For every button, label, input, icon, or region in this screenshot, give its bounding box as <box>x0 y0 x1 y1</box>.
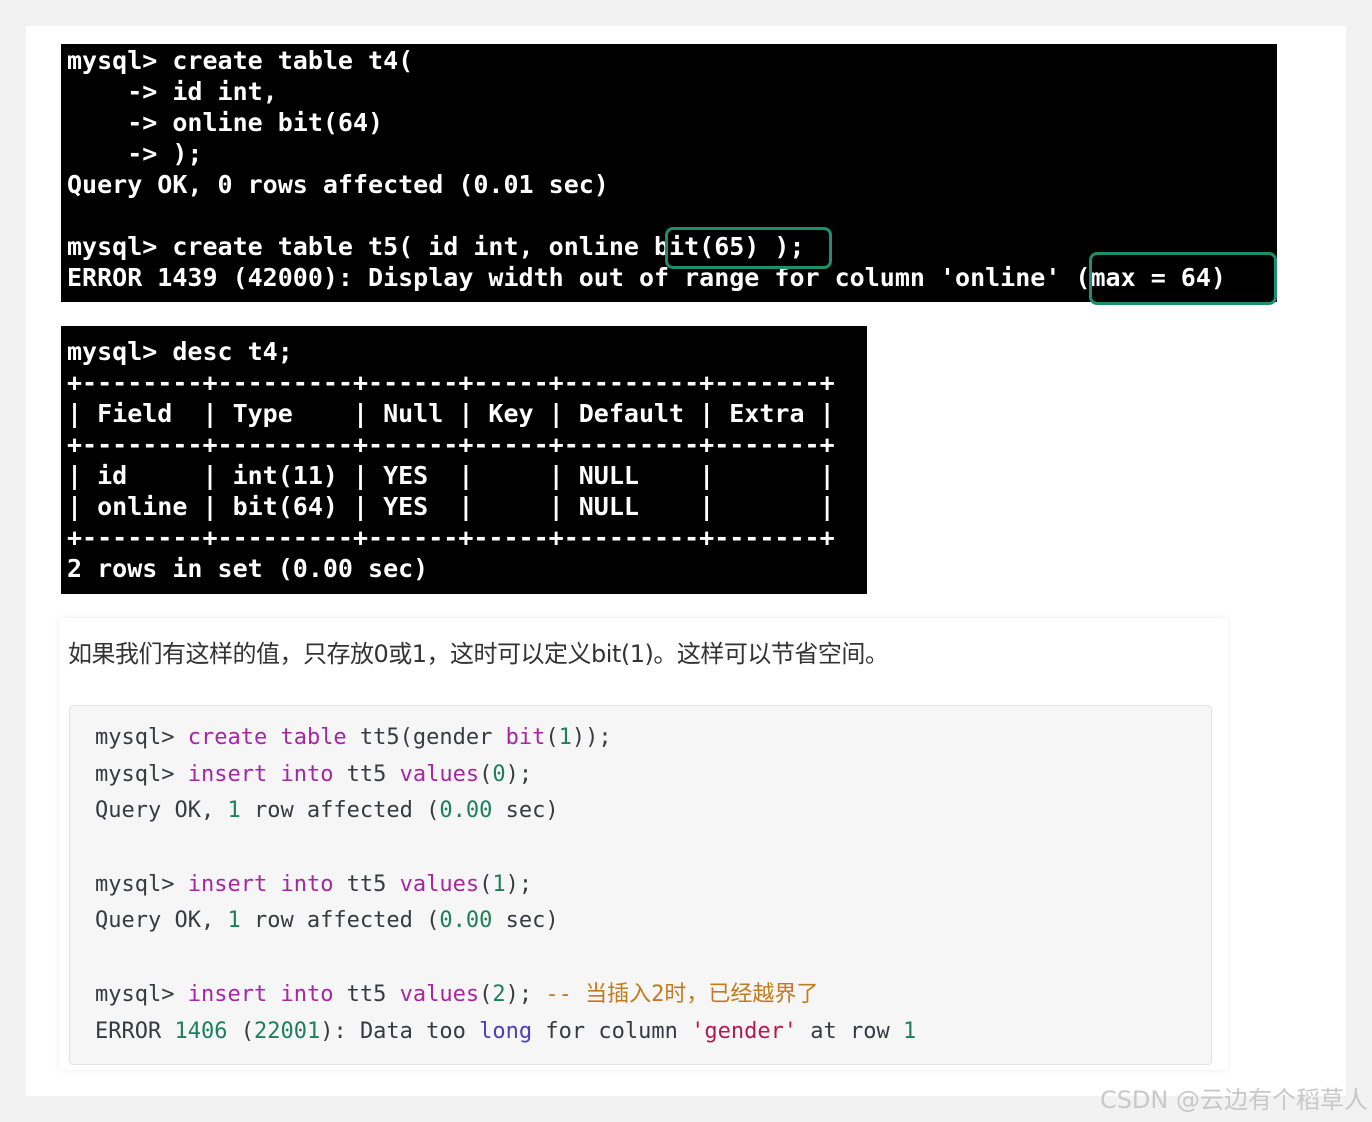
terminal-line: mysql> create table t4( <box>67 46 414 75</box>
note-paragraph: 如果我们有这样的值，只存放0或1，这时可以定义bit(1)。这样可以节省空间。 <box>68 640 889 668</box>
code-line: mysql> insert into tt5 values(0); <box>95 761 533 787</box>
code-line: Query OK, 1 row affected (0.00 sec) <box>95 798 559 824</box>
code-line: Query OK, 1 row affected (0.00 sec) <box>95 908 559 934</box>
terminal-line: mysql> desc t4; <box>67 337 293 366</box>
code-comment: -- 当插入2时，已经越界了 <box>545 981 819 1007</box>
terminal-line: -> id int, <box>67 77 278 106</box>
table-border: +--------+---------+------+-----+-------… <box>67 523 835 552</box>
watermark: CSDN @云边有个稻草人 <box>1099 1086 1368 1114</box>
code-line: mysql> insert into tt5 values(1); <box>95 871 533 897</box>
terminal-line: Query OK, 0 rows affected (0.01 sec) <box>67 170 609 199</box>
table-row: | id | int(11) | YES | | NULL | | <box>67 461 835 490</box>
table-border: +--------+---------+------+-----+-------… <box>67 368 835 397</box>
highlight-box-bit65 <box>665 227 832 269</box>
terminal-line: -> ); <box>67 139 203 168</box>
table-row: | online | bit(64) | YES | | NULL | | <box>67 492 835 521</box>
terminal-line: 2 rows in set (0.00 sec) <box>67 554 429 583</box>
highlight-box-max64 <box>1089 252 1277 305</box>
terminal-screenshot-desc-table: mysql> desc t4; +--------+---------+----… <box>61 326 867 594</box>
code-line: mysql> insert into tt5 values(2); -- 当插入… <box>95 981 819 1007</box>
code-line: mysql> create table tt5(gender bit(1)); <box>95 725 612 750</box>
table-border: +--------+---------+------+-----+-------… <box>67 430 835 459</box>
table-header-row: | Field | Type | Null | Key | Default | … <box>67 399 835 428</box>
code-line: ERROR 1406 (22001): Data too long for co… <box>95 1018 917 1044</box>
terminal-line: -> online bit(64) <box>67 108 384 137</box>
code-block: mysql> create table tt5(gender bit(1)); … <box>69 705 1212 1065</box>
